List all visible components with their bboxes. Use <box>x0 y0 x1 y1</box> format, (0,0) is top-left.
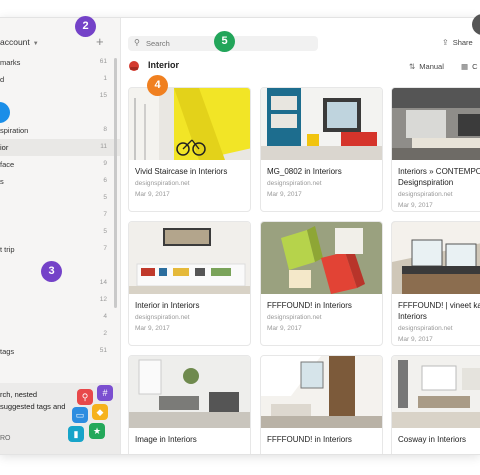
bookmark-card[interactable]: Image in Interiors <box>128 355 251 454</box>
card-thumbnail <box>392 356 480 428</box>
sidebar-item[interactable]: 5 <box>0 224 120 241</box>
card-thumbnail <box>129 88 250 160</box>
annotation-badge-2: 2 <box>75 16 96 37</box>
share-icon: ⇪ <box>442 38 449 47</box>
card-date: Mar 9, 2017 <box>267 325 302 332</box>
sidebar-item-trip[interactable]: t trip 7 <box>0 241 120 258</box>
bookmark-card[interactable]: FFFFOUND! | vineet ka Interiors designsp… <box>391 221 480 346</box>
bookmark-card[interactable]: Interiors » CONTEMPO on Designspiration … <box>391 87 480 212</box>
card-source: designspiration.net <box>135 180 190 187</box>
sidebar-item-inspiration[interactable]: spiration 8 <box>0 122 120 139</box>
card-title: Vivid Staircase in Interiors <box>135 167 228 176</box>
card-date: Mar 9, 2017 <box>267 191 302 198</box>
main-content: ⚲ ⇪Share Interior ⇅Manual ▦C <box>121 18 480 454</box>
sidebar-item-interface[interactable]: face 9 <box>0 156 120 173</box>
bookmark-card[interactable]: FFFFOUND! in Interiors designspiration.n… <box>260 221 383 346</box>
hashtag-icon: # <box>97 385 113 401</box>
bookmark-card[interactable]: Vivid Staircase in Interiors designspira… <box>128 87 251 212</box>
collection-header: Interior ⇅ Manual ▦ C <box>121 59 480 75</box>
star-icon: ★ <box>89 423 105 439</box>
card-thumbnail <box>392 222 480 294</box>
view-mode-button[interactable]: ▦ C <box>461 62 478 71</box>
bookmark-card[interactable]: FFFFOUND! in Interiors <box>260 355 383 454</box>
app-window: account ▼ + marks 61 d1 15 spiration 8 ior 1… <box>0 17 480 455</box>
card-source: designspiration.net <box>398 191 453 198</box>
sidebar-item[interactable]: 7 <box>0 207 120 224</box>
collection-icon <box>129 61 139 71</box>
card-source: designspiration.net <box>398 325 453 332</box>
sidebar-item[interactable] <box>0 105 120 122</box>
sidebar-item[interactable]: s6 <box>0 173 120 190</box>
card-title: FFFFOUND! in Interiors <box>267 435 352 444</box>
sidebar-item[interactable]: 5 <box>0 190 120 207</box>
annotation-badge-5: 5 <box>214 31 235 52</box>
sidebar-item[interactable]: marks 61 <box>0 54 120 71</box>
bookmark-icon: ▮ <box>68 426 84 442</box>
collection-list: marks 61 d1 15 spiration 8 ior 11 face 9 s6 … <box>0 54 120 360</box>
card-date: Mar 9, 2017 <box>135 325 170 332</box>
sidebar-item-tags[interactable]: tags 51 <box>0 343 120 360</box>
card-thumbnail <box>261 222 382 294</box>
annotation-badge-4: 4 <box>147 75 168 96</box>
card-thumbnail <box>129 222 250 294</box>
card-date: Mar 9, 2017 <box>135 191 170 198</box>
share-button[interactable]: ⇪ Share <box>442 38 473 47</box>
card-date: Mar 9, 2017 <box>398 202 433 209</box>
sort-manual-button[interactable]: ⇅ Manual <box>409 62 444 71</box>
card-title: FFFFOUND! in Interiors <box>267 301 352 310</box>
upgrade-promo[interactable]: rch, nested suggested tags and RO ⚲ # ▭ … <box>0 383 120 454</box>
page-title: Interior <box>148 60 180 70</box>
sidebar-header: account ▼ + <box>0 34 120 51</box>
sidebar-item-interior[interactable]: ior 11 <box>0 139 120 156</box>
card-thumbnail <box>392 88 480 160</box>
card-thumbnail <box>129 356 250 428</box>
card-title: MG_0802 in Interiors <box>267 167 342 176</box>
card-source: designspiration.net <box>267 180 322 187</box>
sidebar-item[interactable]: 14 <box>0 275 120 292</box>
sidebar-item[interactable]: 2 <box>0 326 120 343</box>
annotation-badge-3: 3 <box>41 261 62 282</box>
bookmark-card[interactable]: MG_0802 in Interiors designspiration.net… <box>260 87 383 212</box>
card-title: Interior in Interiors <box>135 301 200 310</box>
sidebar-scrollbar[interactable] <box>114 58 117 308</box>
account-switcher[interactable]: account ▼ <box>0 37 39 47</box>
card-thumbnail <box>261 88 382 160</box>
search-icon: ⚲ <box>77 389 93 405</box>
sidebar-item[interactable]: d1 <box>0 71 120 88</box>
sort-icon: ⇅ <box>409 62 416 71</box>
card-title: Interiors » CONTEMPO on Designspiration <box>398 167 480 187</box>
sidebar: account ▼ + marks 61 d1 15 spiration 8 ior 1… <box>0 18 121 454</box>
card-date: Mar 9, 2017 <box>398 336 433 343</box>
card-source: designspiration.net <box>135 314 190 321</box>
promo-pro-label: RO <box>0 435 11 442</box>
bookmark-card[interactable]: Cosway in Interiors <box>391 355 480 454</box>
chevron-down-icon: ▼ <box>32 41 39 47</box>
sidebar-item[interactable]: 12 <box>0 292 120 309</box>
sidebar-item[interactable]: 4 <box>0 309 120 326</box>
folder-icon: ▭ <box>72 407 88 423</box>
sidebar-item[interactable]: 15 <box>0 88 120 105</box>
search-icon: ⚲ <box>134 38 140 47</box>
plus-icon[interactable]: + <box>96 34 104 49</box>
card-title: Image in Interiors <box>135 435 197 444</box>
bookmark-card[interactable]: Interior in Interiors designspiration.ne… <box>128 221 251 346</box>
card-thumbnail <box>261 356 382 428</box>
card-title: Cosway in Interiors <box>398 435 467 444</box>
card-title: FFFFOUND! | vineet ka Interiors <box>398 301 480 321</box>
tag-icon: ◆ <box>92 404 108 420</box>
grid-icon: ▦ <box>461 62 469 71</box>
card-source: designspiration.net <box>267 314 322 321</box>
promo-text: rch, nested suggested tags and <box>0 390 66 411</box>
